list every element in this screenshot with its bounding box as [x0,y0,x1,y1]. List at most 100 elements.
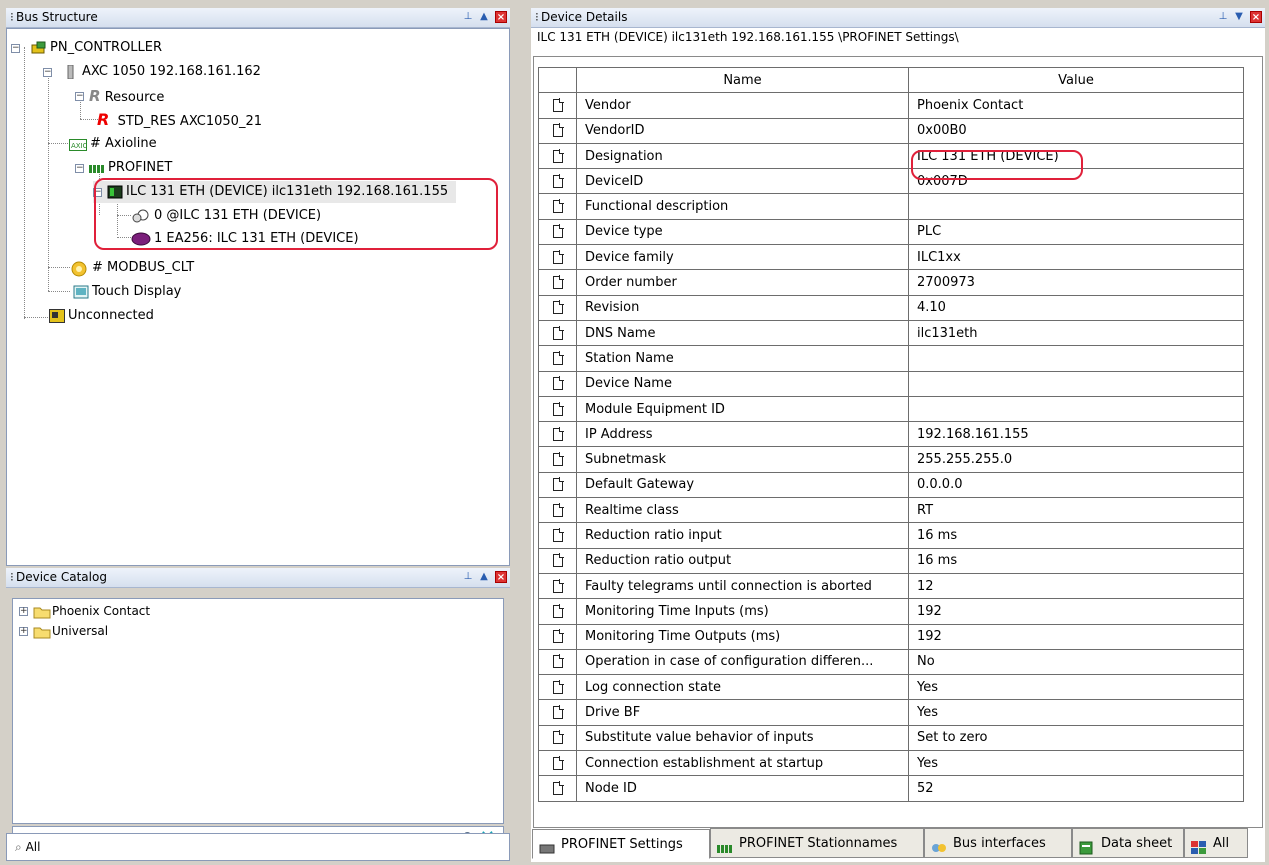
property-value[interactable]: Yes [908,699,1244,726]
table-header-name[interactable]: Name [576,66,909,94]
table-row[interactable]: Vendor Phoenix Contact [538,92,1244,119]
table-row[interactable]: Device Name [538,370,1244,397]
tree-node-unconnected[interactable]: Unconnected [49,305,154,327]
pin-icon[interactable]: ⊥ [1217,11,1229,23]
catalog-item-universal[interactable]: + Universal [19,621,108,641]
collapse-toggle-icon[interactable]: − [75,164,84,173]
property-value[interactable]: 16 ms [908,547,1244,574]
table-row[interactable]: Monitoring Time Outputs (ms) 192 [538,623,1244,650]
expand-toggle-icon[interactable]: + [19,627,28,636]
property-value[interactable]: 52 [908,775,1244,802]
pin-icon[interactable]: ⊥ [462,571,474,583]
tab-profinet-stationnames[interactable]: PROFINET Stationnames [710,828,924,858]
property-value[interactable]: ILC1xx [908,244,1244,271]
close-icon[interactable]: × [495,571,507,583]
property-value[interactable]: 192.168.161.155 [908,421,1244,448]
property-value[interactable]: 16 ms [908,522,1244,549]
property-value[interactable]: Set to zero [908,724,1244,752]
table-row[interactable]: DeviceID 0x007D [538,168,1244,195]
catalog-item-phoenix[interactable]: + Phoenix Contact [19,601,150,621]
collapse-toggle-icon[interactable]: − [11,44,20,53]
close-icon[interactable]: × [1250,11,1262,23]
document-icon [552,173,564,188]
table-row[interactable]: DNS Name ilc131eth [538,319,1244,347]
tree-node-axc[interactable]: − AXC 1050 192.168.161.162 [43,61,261,83]
tab-profinet-settings[interactable]: PROFINET Settings [532,829,710,859]
tree-node-modbus[interactable]: # MODBUS_CLT [69,257,194,279]
property-name: Subnetmask [576,446,909,473]
tree-node-axioline[interactable]: AXIO # Axioline [69,133,157,155]
tree-label: STD_RES AXC1050_21 [117,114,262,129]
table-row[interactable]: Subnetmask 255.255.255.0 [538,446,1244,473]
table-row[interactable]: Realtime class RT [538,497,1244,524]
property-value[interactable] [908,345,1244,372]
table-row[interactable]: Reduction ratio input 16 ms [538,522,1244,549]
tree-node-pn-controller[interactable]: − PN_CONTROLLER [11,37,162,59]
table-row[interactable]: Monitoring Time Inputs (ms) 192 [538,598,1244,625]
tab-data-sheet[interactable]: Data sheet [1072,828,1184,858]
property-value[interactable]: No [908,648,1244,676]
catalog-bottom-tab[interactable]: ⌕ All [6,833,510,861]
table-row[interactable]: Drive BF Yes [538,699,1244,726]
property-value[interactable]: PLC [908,218,1244,246]
property-value[interactable]: Yes [908,750,1244,777]
property-value[interactable]: 255.255.255.0 [908,446,1244,473]
expand-toggle-icon[interactable]: + [19,607,28,616]
tree-node-profinet[interactable]: − PROFINET [75,157,172,179]
property-value[interactable] [908,395,1244,423]
row-document-cell [538,750,577,777]
collapse-up-icon[interactable]: ▲ [478,571,490,583]
table-row[interactable]: IP Address 192.168.161.155 [538,421,1244,448]
property-value[interactable]: 0.0.0.0 [908,471,1244,499]
collapse-down-icon[interactable]: ▼ [1233,11,1245,23]
table-row[interactable]: Station Name [538,345,1244,372]
close-icon[interactable]: × [495,11,507,23]
tree-node-resource[interactable]: − R Resource [75,85,164,107]
device-catalog-title: Device Catalog [16,570,107,584]
property-value[interactable]: Yes [908,674,1244,701]
table-header-value[interactable]: Value [908,66,1244,94]
collapse-toggle-icon[interactable]: − [75,92,84,101]
table-row[interactable]: Log connection state Yes [538,674,1244,701]
property-name: Vendor [576,92,909,119]
property-value[interactable]: Phoenix Contact [908,92,1244,119]
collapse-toggle-icon[interactable]: − [43,68,52,77]
property-value[interactable]: 2700973 [908,269,1244,296]
table-row[interactable]: Device family ILC1xx [538,244,1244,271]
property-value[interactable]: ilc131eth [908,319,1244,347]
table-row[interactable]: Designation ILC 131 ETH (DEVICE) [538,142,1244,170]
table-row[interactable]: Node ID 52 [538,775,1244,802]
property-value[interactable]: 0x00B0 [908,117,1244,144]
property-value[interactable]: 192 [908,598,1244,625]
property-value[interactable] [908,370,1244,397]
table-row[interactable]: Functional description [538,193,1244,220]
property-value[interactable]: 4.10 [908,294,1244,321]
table-row[interactable]: Substitute value behavior of inputs Set t… [538,724,1244,752]
row-document-cell [538,598,577,625]
pin-icon[interactable]: ⊥ [462,11,474,23]
designation-highlight-annotation [911,150,1083,180]
tree-node-touch-display[interactable]: Touch Display [73,281,181,303]
table-row[interactable]: Faulty telegrams until connection is abo… [538,572,1244,600]
table-row[interactable]: Module Equipment ID [538,395,1244,423]
table-row[interactable]: Default Gateway 0.0.0.0 [538,471,1244,499]
property-value[interactable] [908,193,1244,220]
table-row[interactable]: Order number 2700973 [538,269,1244,296]
profinet-settings-icon [539,838,555,853]
table-row[interactable]: Revision 4.10 [538,294,1244,321]
table-row[interactable]: Connection establishment at startup Yes [538,750,1244,777]
property-name: Designation [576,142,909,170]
collapse-up-icon[interactable]: ▲ [478,11,490,23]
tab-all[interactable]: All [1184,828,1248,858]
table-row[interactable]: Device type PLC [538,218,1244,246]
table-row[interactable]: VendorID 0x00B0 [538,117,1244,144]
property-value[interactable]: 12 [908,572,1244,600]
property-value[interactable]: 192 [908,623,1244,650]
property-value[interactable]: RT [908,497,1244,524]
table-row[interactable]: Operation in case of configuration diffe… [538,648,1244,676]
document-icon [552,730,564,745]
tree-node-std-res[interactable]: R STD_RES AXC1050_21 [97,109,262,131]
properties-table: Name Value Vendor Phoenix Contact VendorID… [538,66,1244,802]
tab-bus-interfaces[interactable]: Bus interfaces [924,828,1072,858]
table-row[interactable]: Reduction ratio output 16 ms [538,547,1244,574]
